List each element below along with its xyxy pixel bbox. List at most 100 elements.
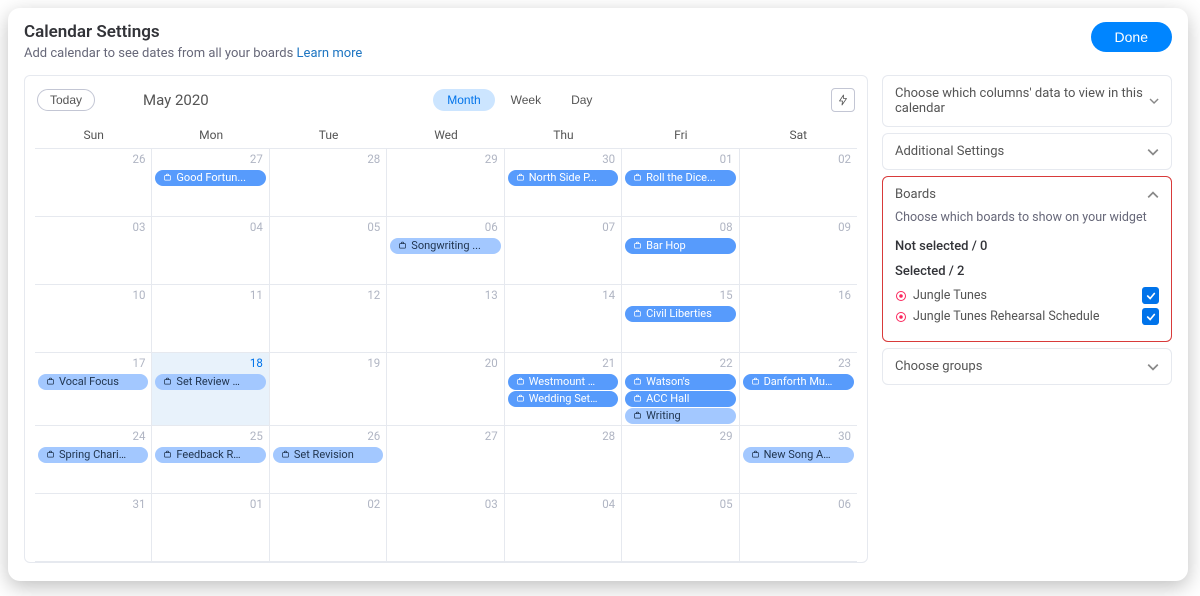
day-number: 26 [367,429,380,443]
calendar-cell[interactable]: 11 [152,285,269,353]
calendar-cell[interactable]: 04 [505,494,622,562]
briefcase-icon [281,450,290,459]
calendar-cell[interactable]: 28 [270,149,387,217]
boards-header[interactable]: Boards [883,179,1171,210]
calendar-cell[interactable]: 18Set Review … [152,353,269,426]
calendar-cell[interactable]: 16 [740,285,857,353]
calendar-cell[interactable]: 01Roll the Dice... [622,149,739,217]
calendar-cell[interactable]: 20 [387,353,504,426]
calendar-event[interactable]: Danforth Mu… [743,374,854,390]
day-number: 01 [250,497,263,511]
view-week-button[interactable]: Week [497,89,555,111]
calendar-cell[interactable]: 05 [270,217,387,285]
calendar-event[interactable]: Westmount … [508,374,618,390]
day-number: 22 [720,356,733,370]
calendar-cell[interactable]: 06 [740,494,857,562]
calendar-cell[interactable]: 27 Good Fortun... [152,149,269,217]
calendar-cell[interactable]: 26 Set Revision [270,426,387,494]
columns-card[interactable]: Choose which columns' data to view in th… [882,75,1172,127]
board-checkbox[interactable] [1142,287,1159,304]
calendar-event[interactable]: ACC Hall [625,391,735,407]
briefcase-icon [751,450,760,459]
day-number: 03 [132,220,145,234]
calendar-event[interactable]: Vocal Focus [38,374,148,390]
calendar-event[interactable]: Roll the Dice... [625,170,735,186]
calendar-event[interactable]: New Song A… [743,447,854,463]
calendar-event[interactable]: Civil Liberties [625,306,735,322]
calendar-cell[interactable]: 02 [270,494,387,562]
calendar-cell[interactable]: 01 [152,494,269,562]
calendar-event[interactable]: Bar Hop [625,238,735,254]
calendar-cell[interactable]: 26 [35,149,152,217]
day-number: 30 [602,152,615,166]
calendar: Today May 2020 Month Week Day SunMonTueW… [24,75,868,563]
check-icon [1146,291,1156,301]
day-number: 27 [250,152,263,166]
today-button[interactable]: Today [37,89,95,111]
calendar-cell[interactable]: 06Songwriting ... [387,217,504,285]
header: Calendar Settings Add calendar to see da… [24,22,1172,61]
boards-title: Boards [895,187,936,202]
view-day-button[interactable]: Day [557,89,606,111]
done-button[interactable]: Done [1091,22,1172,52]
calendar-cell[interactable]: 27 [387,426,504,494]
board-checkbox[interactable] [1142,308,1159,325]
calendar-event[interactable]: Set Revision [273,447,383,463]
day-number: 12 [367,288,380,302]
sync-button[interactable] [831,88,855,112]
calendar-cell[interactable]: 04 [152,217,269,285]
briefcase-icon [163,450,172,459]
calendar-cell[interactable]: 05 [622,494,739,562]
calendar-event[interactable]: Good Fortun... [155,170,265,186]
settings-panel: Calendar Settings Add calendar to see da… [8,8,1188,581]
learn-more-link[interactable]: Learn more [297,46,363,61]
calendar-toolbar: Today May 2020 Month Week Day [35,84,857,122]
board-name: Jungle Tunes Rehearsal Schedule [913,309,1099,324]
briefcase-icon [516,394,525,403]
calendar-cell[interactable]: 19 [270,353,387,426]
calendar-cell[interactable]: 30 North Side P... [505,149,622,217]
calendar-cell[interactable]: 29 [622,426,739,494]
calendar-cell[interactable]: 07 [505,217,622,285]
calendar-cell[interactable]: 17Vocal Focus [35,353,152,426]
calendar-cell[interactable]: 29 [387,149,504,217]
calendar-event[interactable]: Songwriting ... [390,238,500,254]
calendar-event[interactable]: Writing [625,408,735,424]
next-month-button[interactable] [119,90,123,110]
calendar-cell[interactable]: 08Bar Hop [622,217,739,285]
calendar-cell[interactable]: 24Spring Chari… [35,426,152,494]
groups-card[interactable]: Choose groups [882,348,1172,385]
calendar-event[interactable]: Watson's [625,374,735,390]
calendar-cell[interactable]: 14 [505,285,622,353]
calendar-cell[interactable]: 03 [35,217,152,285]
record-icon [895,311,907,323]
calendar-cell[interactable]: 28 [505,426,622,494]
briefcase-icon [633,241,642,250]
dayname: Sun [35,122,152,149]
calendar-cell[interactable]: 09 [740,217,857,285]
prev-month-button[interactable] [105,90,109,110]
additional-settings-card[interactable]: Additional Settings [882,133,1172,170]
calendar-cell[interactable]: 22 Watson'sACC HallWriting [622,353,739,426]
calendar-cell[interactable]: 02 [740,149,857,217]
calendar-event[interactable]: Wedding Set… [508,391,618,407]
calendar-cell[interactable]: 21Westmount …Wedding Set… [505,353,622,426]
calendar-cell[interactable]: 23Danforth Mu… [740,353,857,426]
calendar-event[interactable]: Spring Chari… [38,447,148,463]
day-number: 16 [838,288,851,302]
calendar-event[interactable]: Set Review … [155,374,265,390]
calendar-cell[interactable]: 03 [387,494,504,562]
view-month-button[interactable]: Month [433,89,494,111]
calendar-event[interactable]: Feedback R… [155,447,265,463]
calendar-cell[interactable]: 31 [35,494,152,562]
calendar-cell[interactable]: 13 [387,285,504,353]
chevron-down-icon [1149,95,1159,107]
calendar-cell[interactable]: 15Civil Liberties [622,285,739,353]
view-segment: Month Week Day [433,89,606,111]
day-number: 28 [602,429,615,443]
calendar-event[interactable]: North Side P... [508,170,618,186]
calendar-cell[interactable]: 25Feedback R… [152,426,269,494]
calendar-cell[interactable]: 12 [270,285,387,353]
calendar-cell[interactable]: 10 [35,285,152,353]
calendar-cell[interactable]: 30New Song A… [740,426,857,494]
